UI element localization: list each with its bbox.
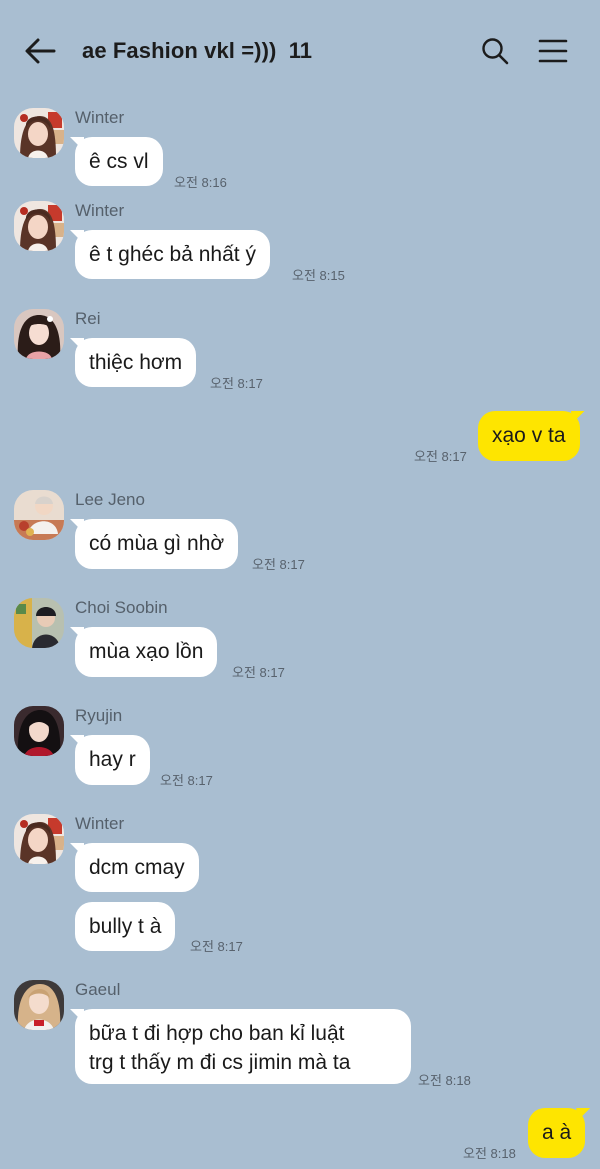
sender-name: Winter: [75, 201, 125, 220]
sender-name: Winter: [75, 108, 125, 127]
message-time: 오전 8:18: [463, 1146, 516, 1161]
message-bubble[interactable]: ê t ghéc bả nhất ý: [75, 230, 270, 279]
message-time: 오전 8:17: [160, 773, 213, 788]
avatar-gaeul[interactable]: [14, 980, 64, 1030]
sender-name: Rei: [75, 309, 101, 328]
member-count: 11: [288, 38, 313, 63]
sender-name: Gaeul: [75, 980, 121, 999]
message-bubble[interactable]: có mùa gì nhờ: [75, 519, 239, 569]
sender-name: Choi Soobin: [75, 598, 168, 617]
message-line: bữa t đi hợp cho ban kỉ luật: [89, 1022, 345, 1045]
search-icon[interactable]: [480, 36, 510, 66]
avatar-ryujin[interactable]: [14, 706, 64, 756]
message-time: 오전 8:16: [174, 175, 227, 190]
message-time: 오전 8:17: [210, 376, 263, 391]
message-bubble[interactable]: bully t à: [75, 902, 176, 951]
avatar-rei[interactable]: [14, 309, 64, 359]
avatar-winter[interactable]: [14, 201, 64, 251]
message-bubble[interactable]: hay r: [75, 735, 150, 785]
avatar-choi-soobin[interactable]: [14, 598, 64, 648]
avatar-winter[interactable]: [14, 108, 64, 158]
sender-name: Ryujin: [75, 706, 123, 725]
message-bubble[interactable]: thiệc hơm: [75, 338, 197, 387]
my-message-bubble[interactable]: a à: [528, 1108, 586, 1158]
message-time: 오전 8:17: [414, 449, 467, 464]
sender-name: Winter: [75, 814, 125, 833]
my-message-bubble[interactable]: xạo v ta: [478, 411, 580, 461]
hamburger-menu-icon[interactable]: [537, 36, 569, 66]
arrow-left-icon[interactable]: [22, 34, 58, 70]
message-time: 오전 8:17: [252, 557, 305, 572]
avatar-winter[interactable]: [14, 814, 64, 864]
message-bubble[interactable]: ê cs vl: [75, 137, 163, 186]
message-time: 오전 8:15: [292, 268, 345, 283]
chat-title-text: ae Fashion vkl =))): [82, 38, 277, 63]
chat-header: ae Fashion vkl =))) 11: [0, 0, 600, 100]
message-line: trg t thấy m đi cs jimin mà ta: [89, 1051, 351, 1074]
message-bubble[interactable]: bữa t đi hợp cho ban kỉ luật trg t thấy …: [75, 1009, 411, 1084]
message-bubble[interactable]: dcm cmay: [75, 843, 199, 892]
avatar-lee-jeno[interactable]: [14, 490, 64, 540]
sender-name: Lee Jeno: [75, 490, 145, 509]
message-time: 오전 8:18: [418, 1073, 471, 1088]
message-time: 오전 8:17: [190, 939, 243, 954]
chat-title: ae Fashion vkl =))) 11: [82, 38, 312, 64]
message-time: 오전 8:17: [232, 665, 285, 680]
message-bubble[interactable]: mùa xạo lồn: [75, 627, 218, 677]
